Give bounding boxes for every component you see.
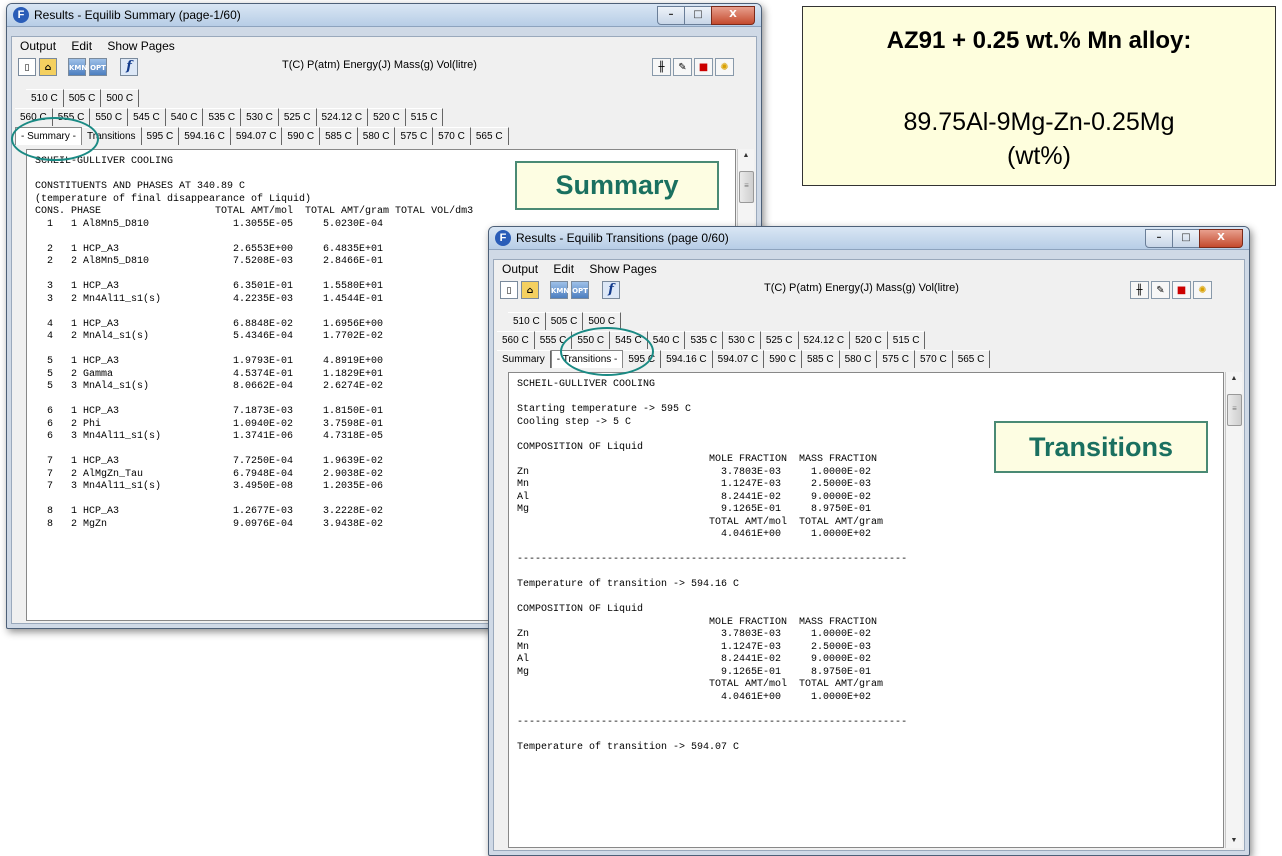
function-icon[interactable]: f [602,281,620,299]
tab-570-c[interactable]: 570 C [915,350,953,368]
tab-585-c[interactable]: 585 C [320,127,358,145]
tab-510-c[interactable]: 510 C [26,89,64,107]
tab-540-c[interactable]: 540 C [647,331,686,349]
menu-edit[interactable]: Edit [71,37,92,55]
alloy-info-box: AZ91 + 0.25 wt.% Mn alloy: 89.75Al-9Mg-Z… [802,6,1276,186]
tab-590-c[interactable]: 590 C [282,127,321,145]
tab-594-07-c[interactable]: 594.07 C [230,127,283,145]
minimize-button[interactable]: – [1145,229,1173,248]
tab-595-c[interactable]: 595 C [141,127,180,145]
tab-565-c[interactable]: 565 C [952,350,991,368]
toolbar: ▯ ⌂ KMN OPT f T(C) P(atm) Energy(J) Mass… [494,279,1244,303]
stop-icon[interactable]: ■ [694,58,713,76]
tab-510-c[interactable]: 510 C [508,312,546,330]
tab-594-07-c[interactable]: 594.07 C [712,350,765,368]
units-label: T(C) P(atm) Energy(J) Mass(g) Vol(litre) [282,59,477,71]
tab-540-c[interactable]: 540 C [165,108,204,126]
tab-560-c[interactable]: 560 C [497,331,535,349]
alloy-heading: AZ91 + 0.25 wt.% Mn alloy: [886,27,1192,54]
tab-535-c[interactable]: 535 C [203,108,242,126]
menu-show-pages[interactable]: Show Pages [107,37,174,55]
tab-545-c[interactable]: 545 C [128,108,166,126]
tab-505-c[interactable]: 505 C [545,312,584,330]
opt-icon[interactable]: OPT [571,281,589,299]
tab-594-16-c[interactable]: 594.16 C [661,350,713,368]
menu-bar: Output Edit Show Pages [12,37,756,55]
tab-530-c[interactable]: 530 C [723,331,761,349]
tab-524-12-c[interactable]: 524.12 C [798,331,851,349]
new-file-icon[interactable]: ▯ [18,58,36,76]
transitions-tab-highlight [560,327,654,376]
tab-row-1: 510 C 505 C 500 C [26,89,140,107]
open-folder-icon[interactable]: ⌂ [521,281,539,299]
transitions-callout: Transitions [994,421,1208,473]
tab-515-c[interactable]: 515 C [405,108,444,126]
tools-icon[interactable]: ╫ [1130,281,1149,299]
menu-output[interactable]: Output [20,37,56,55]
scrollbar[interactable]: ▲ ≡ ▼ [1225,372,1242,848]
open-folder-icon[interactable]: ⌂ [39,58,57,76]
alloy-composition-unit: (wt%) [1007,142,1071,170]
tab-570-c[interactable]: 570 C [433,127,471,145]
function-icon[interactable]: f [120,58,138,76]
maximize-button[interactable]: □ [1172,229,1200,248]
tools-icon[interactable]: ╫ [652,58,671,76]
menu-edit[interactable]: Edit [553,260,574,278]
tab-580-c[interactable]: 580 C [357,127,396,145]
tab-585-c[interactable]: 585 C [801,350,840,368]
bulb-icon[interactable]: ✺ [1193,281,1212,299]
tab-530-c[interactable]: 530 C [241,108,279,126]
tab-525-c[interactable]: 525 C [278,108,317,126]
menu-show-pages[interactable]: Show Pages [589,260,656,278]
window-title: Results - Equilib Transitions (page 0/60… [516,231,729,245]
scroll-up-icon[interactable]: ▲ [738,149,754,163]
stop-icon[interactable]: ■ [1172,281,1191,299]
alloy-composition: 89.75Al-9Mg-Zn-0.25Mg [903,108,1175,136]
title-bar[interactable]: F Results - Equilib Transitions (page 0/… [489,227,1249,250]
app-icon: F [13,7,29,23]
scroll-thumb[interactable]: ≡ [739,171,754,203]
tab-520-c[interactable]: 520 C [850,331,888,349]
scroll-thumb[interactable]: ≡ [1227,394,1242,426]
opt-icon[interactable]: OPT [89,58,107,76]
tab-575-c[interactable]: 575 C [877,350,915,368]
summary-tab-highlight [11,117,99,161]
tab-525-c[interactable]: 525 C [760,331,799,349]
close-button[interactable]: X [1199,229,1243,248]
tab-594-16-c[interactable]: 594.16 C [179,127,231,145]
kmn-icon[interactable]: KMN [550,281,569,299]
tab-565-c[interactable]: 565 C [470,127,509,145]
tab-505-c[interactable]: 505 C [63,89,102,107]
tab-520-c[interactable]: 520 C [368,108,406,126]
close-button[interactable]: X [711,6,755,25]
summary-callout: Summary [515,161,719,210]
new-file-icon[interactable]: ▯ [500,281,518,299]
transitions-window: F Results - Equilib Transitions (page 0/… [488,226,1250,856]
kmn-icon[interactable]: KMN [68,58,87,76]
minimize-button[interactable]: – [657,6,685,25]
tab-550-c[interactable]: 550 C [90,108,129,126]
tab-580-c[interactable]: 580 C [839,350,878,368]
tab-535-c[interactable]: 535 C [685,331,724,349]
scroll-up-icon[interactable]: ▲ [1226,372,1242,386]
units-label: T(C) P(atm) Energy(J) Mass(g) Vol(litre) [764,282,959,294]
tab-524-12-c[interactable]: 524.12 C [316,108,369,126]
tab-summary[interactable]: Summary [497,350,551,368]
toolbar: ▯ ⌂ KMN OPT f T(C) P(atm) Energy(J) Mass… [12,56,756,80]
app-icon: F [495,230,511,246]
bulb-icon[interactable]: ✺ [715,58,734,76]
title-bar[interactable]: F Results - Equilib Summary (page-1/60) … [7,4,761,27]
tab-590-c[interactable]: 590 C [764,350,802,368]
edit-icon[interactable]: ✎ [1151,281,1170,299]
tab-500-c[interactable]: 500 C [101,89,140,107]
tab-575-c[interactable]: 575 C [395,127,434,145]
menu-bar: Output Edit Show Pages [494,260,1244,278]
maximize-button[interactable]: □ [684,6,712,25]
tab-515-c[interactable]: 515 C [887,331,926,349]
scroll-down-icon[interactable]: ▼ [1226,834,1242,848]
window-title: Results - Equilib Summary (page-1/60) [34,8,241,22]
edit-icon[interactable]: ✎ [673,58,692,76]
menu-output[interactable]: Output [502,260,538,278]
